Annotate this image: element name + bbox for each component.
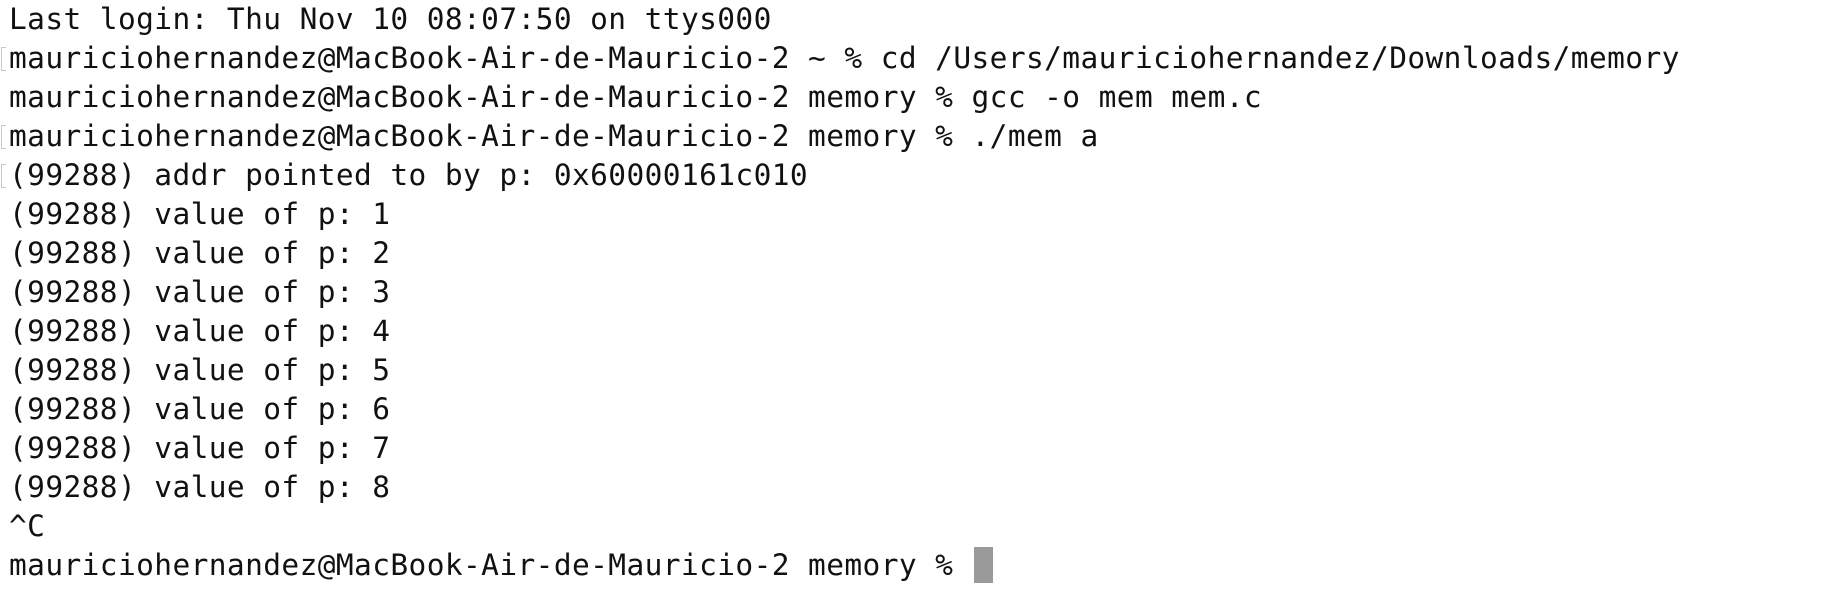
output-line: ^C	[0, 507, 1822, 546]
prompt-text: mauriciohernandez@MacBook-Air-de-Maurici…	[9, 548, 972, 582]
output-line: (99288) value of p: 5	[0, 351, 1822, 390]
line-text: (99288) value of p: 8	[9, 470, 391, 504]
line-text: (99288) value of p: 2	[9, 236, 391, 270]
output-line: (99288) value of p: 3	[0, 273, 1822, 312]
line-text: mauriciohernandez@MacBook-Air-de-Maurici…	[9, 41, 1680, 75]
line-text: (99288) value of p: 5	[9, 353, 391, 387]
output-line: (99288) value of p: 7	[0, 429, 1822, 468]
output-line: (99288) value of p: 4	[0, 312, 1822, 351]
line-text: (99288) value of p: 1	[9, 197, 391, 231]
prompt-line[interactable]: mauriciohernandez@MacBook-Air-de-Maurici…	[0, 546, 1822, 585]
line-text: (99288) value of p: 4	[9, 314, 391, 348]
command-mark	[1, 164, 6, 188]
line-text: (99288) value of p: 3	[9, 275, 391, 309]
output-line: mauriciohernandez@MacBook-Air-de-Maurici…	[0, 78, 1822, 117]
terminal-output: Last login: Thu Nov 10 08:07:50 on ttys0…	[0, 0, 1822, 546]
output-line: (99288) value of p: 6	[0, 390, 1822, 429]
line-text: ^C	[9, 509, 46, 543]
output-line: (99288) value of p: 2	[0, 234, 1822, 273]
terminal-window[interactable]: Last login: Thu Nov 10 08:07:50 on ttys0…	[0, 0, 1822, 610]
output-line: mauriciohernandez@MacBook-Air-de-Maurici…	[0, 39, 1822, 78]
text-cursor	[973, 547, 993, 583]
line-text: (99288) addr pointed to by p: 0x60000161…	[9, 158, 809, 192]
output-line: (99288) value of p: 8	[0, 468, 1822, 507]
command-mark	[1, 125, 6, 149]
output-line: (99288) addr pointed to by p: 0x60000161…	[0, 156, 1822, 195]
line-text: mauriciohernandez@MacBook-Air-de-Maurici…	[9, 80, 1263, 114]
line-text: (99288) value of p: 7	[9, 431, 391, 465]
output-line: (99288) value of p: 1	[0, 195, 1822, 234]
line-text: Last login: Thu Nov 10 08:07:50 on ttys0…	[9, 2, 772, 36]
output-line: Last login: Thu Nov 10 08:07:50 on ttys0…	[0, 0, 1822, 39]
output-line: mauriciohernandez@MacBook-Air-de-Maurici…	[0, 117, 1822, 156]
line-text: mauriciohernandez@MacBook-Air-de-Maurici…	[9, 119, 1099, 153]
command-mark	[1, 47, 6, 71]
line-text: (99288) value of p: 6	[9, 392, 391, 426]
